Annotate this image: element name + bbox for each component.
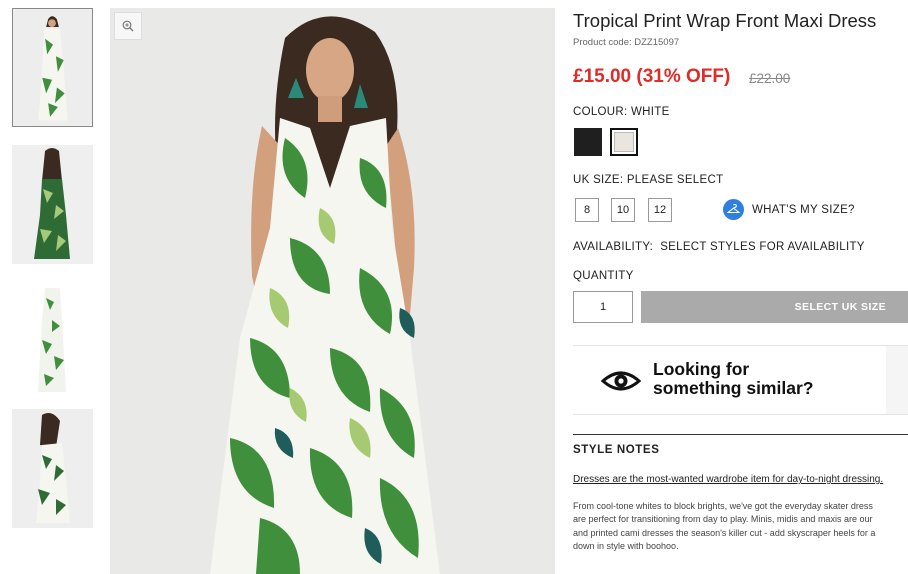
eye-icon [601,371,641,391]
colour-label: COLOUR: WHITE [573,106,670,118]
size-option-10[interactable]: 10 [611,198,635,222]
style-notes-line: From cool-tone whites to block brights, … [573,501,873,511]
thumbnail-back-image [12,145,93,264]
style-notes-line: down in style with boohoo. [573,540,679,551]
thumbnail-side-image [12,409,93,528]
swatch-black[interactable] [574,128,602,156]
add-to-bag-button[interactable]: SELECT UK SIZE [641,291,908,323]
quantity-label: QUANTITY [573,270,634,282]
dress-photo [110,8,555,574]
size-guide-label: WHAT'S MY SIZE? [752,203,855,216]
thumbnail-back[interactable] [12,145,93,264]
sale-price: £15.00 (31% OFF) [573,66,731,87]
style-notes-heading: STYLE NOTES [573,444,660,456]
section-divider [573,434,908,435]
similar-line-2: something similar? [653,378,814,398]
size-option-12[interactable]: 12 [648,198,672,222]
product-details: Tropical Print Wrap Front Maxi Dress Pro… [573,0,908,574]
similar-items-text: Looking for something similar? [653,360,813,398]
style-notes-link[interactable]: Dresses are the most-wanted wardrobe ite… [573,474,883,485]
size-label: UK SIZE: PLEASE SELECT [573,174,723,186]
original-price: £22.00 [749,71,791,86]
colour-label-title: COLOUR: [573,106,628,118]
size-value: PLEASE SELECT [626,174,724,186]
size-label-title: UK SIZE: [573,174,624,186]
size-guide-link[interactable]: WHAT'S MY SIZE? [723,199,855,220]
thumbnail-side[interactable] [12,409,93,528]
availability-value: SELECT STYLES FOR AVAILABILITY [660,241,865,253]
thumbnail-front[interactable] [12,8,93,127]
zoom-in-icon [122,20,134,32]
style-notes-body: From cool-tone whites to block brights, … [573,500,908,553]
zoom-button[interactable] [114,12,142,40]
main-product-image[interactable] [110,8,555,574]
style-notes-line: are perfect for transitioning from day t… [573,514,873,525]
swatch-white-fill [614,132,634,152]
similar-line-1: Looking for [653,359,750,379]
availability-label: AVAILABILITY: [573,241,654,253]
banner-edge [886,346,908,414]
colour-value: WHITE [631,106,670,118]
availability: AVAILABILITY: SELECT STYLES FOR AVAILABI… [573,241,865,253]
hanger-icon [723,199,744,220]
swatch-white[interactable] [610,128,638,156]
quantity-input[interactable] [573,291,633,323]
similar-items-banner[interactable]: Looking for something similar? [573,345,908,415]
style-notes-line: and printed cami dresses the season's ki… [573,527,876,538]
size-option-8[interactable]: 8 [575,198,599,222]
thumbnail-flatlay[interactable] [12,280,93,399]
thumbnail-flatlay-image [12,280,93,399]
product-title: Tropical Print Wrap Front Maxi Dress [573,10,877,31]
product-code: Product code: DZZ15097 [573,37,680,48]
thumbnail-front-image [13,9,92,126]
